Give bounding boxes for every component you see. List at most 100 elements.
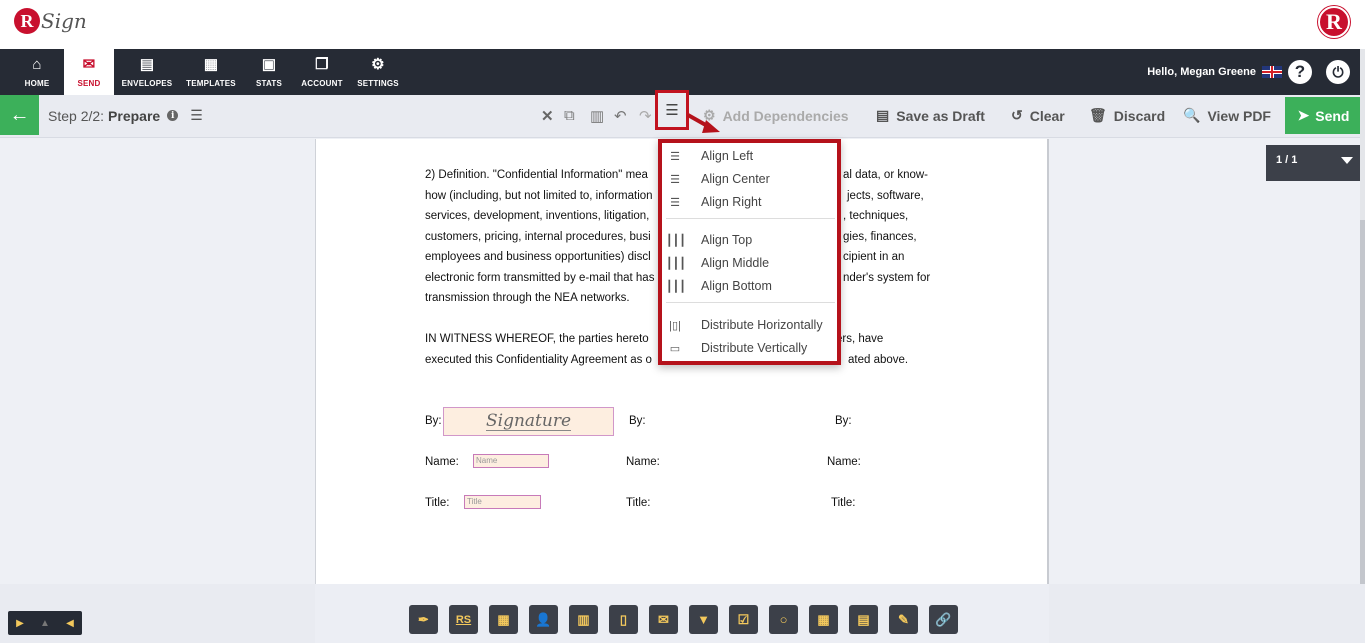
menu-align-left[interactable]: ☰ Align Left (666, 146, 753, 166)
nav-templates[interactable]: ▦ TEMPLATES (182, 49, 240, 95)
user-area: Hello, Megan Greene ? ⏻ (1147, 49, 1365, 95)
doc-line: employees and business opportunities) di… (425, 251, 651, 263)
menu-label: Align Center (701, 172, 770, 186)
align-bottom-icon: ┃┃┃ (666, 280, 686, 293)
uk-flag-icon[interactable] (1262, 66, 1282, 78)
back-button[interactable]: ← (0, 95, 39, 135)
by-label: By: (835, 415, 852, 427)
briefcase-icon: ▣ (261, 55, 277, 73)
date-stamp-field-icon[interactable]: ▦ (489, 605, 518, 634)
name-field[interactable]: Name (473, 454, 549, 468)
by-label: By: (425, 415, 442, 427)
menu-align-bottom[interactable]: ┃┃┃ Align Bottom (666, 276, 772, 296)
bottom-toolbar: ▶ ▲ ◀ ✒ RS ▦ 👤 ▥ ▯ ✉ ▼ ☑ ○ ▦ ▤ ✎ 🔗 (0, 584, 1365, 643)
doc-line: al data, or know- (843, 169, 929, 181)
logo-text: Sign (41, 9, 87, 33)
save-draft-label: Save as Draft (896, 107, 985, 124)
title-label: Title: (626, 497, 651, 509)
person-field-icon[interactable]: 👤 (529, 605, 558, 634)
doc-line: IN WITNESS WHEREOF, the parties hereto (425, 333, 649, 345)
align-right-icon: ☰ (670, 196, 680, 209)
scrollbar-thumb[interactable] (1360, 220, 1365, 590)
step-name: Prepare (108, 107, 161, 124)
text-file-field-icon[interactable]: ▤ (849, 605, 878, 634)
step-prefix: Step 2/2: (48, 107, 105, 124)
menu-divider (666, 302, 835, 303)
paste-icon[interactable]: ▥ (590, 107, 604, 125)
doc-line: ers, have (836, 333, 884, 345)
calendar-field-icon[interactable]: ▦ (809, 605, 838, 634)
checkbox-field-icon[interactable]: ☑ (729, 605, 758, 634)
witness-paragraph: IN WITNESS WHEREOF, the parties hereto e… (425, 329, 652, 370)
align-center-icon: ☰ (670, 173, 680, 186)
nav-settings[interactable]: ⚙ SETTINGS (355, 49, 401, 95)
menu-align-middle[interactable]: ┃┃┃ Align Middle (666, 253, 769, 273)
clipboard-field-icon[interactable]: ▥ (569, 605, 598, 634)
menu-distribute-vertically[interactable]: ▭ Distribute Vertically (666, 338, 808, 358)
doc-line: electronic form transmitted by e-mail th… (425, 271, 655, 284)
menu-label: Align Bottom (701, 279, 772, 293)
undo-icon[interactable]: ↶ (614, 107, 627, 125)
definition-paragraph: 2) Definition. "Confidential Information… (425, 165, 654, 309)
power-icon[interactable]: ⏻ (1326, 60, 1350, 84)
title-label: Title: (831, 497, 856, 509)
add-dependencies-label: Add Dependencies (722, 107, 849, 124)
signature-field[interactable]: Signature (443, 407, 614, 436)
menu-align-top[interactable]: ┃┃┃ Align Top (666, 230, 752, 250)
align-middle-icon: ┃┃┃ (666, 257, 686, 270)
close-icon[interactable]: ✕ (541, 107, 554, 125)
definition-paragraph-right: al data, or know- jects, software, , tec… (843, 165, 930, 288)
view-pdf-button[interactable]: 🔍 View PDF (1183, 107, 1271, 124)
menu-divider (666, 218, 835, 219)
play-left-icon[interactable]: ◀ (66, 618, 74, 629)
menu-align-center[interactable]: ☰ Align Center (666, 169, 770, 189)
list-icon[interactable]: ☰ (190, 107, 203, 124)
send-button[interactable]: ➤ Send (1285, 97, 1362, 134)
nav-label: STATS (255, 78, 283, 88)
title-field[interactable]: Title (464, 495, 541, 509)
inbox-icon: ▤ (139, 55, 155, 73)
save-draft-button[interactable]: ▤ Save as Draft (876, 107, 985, 124)
menu-align-right[interactable]: ☰ Align Right (666, 192, 761, 212)
copy-icon[interactable]: ⧉ (564, 107, 575, 124)
menu-label: Align Right (701, 195, 762, 209)
pen-field-icon[interactable]: ✒ (409, 605, 438, 634)
envelope-icon: ✉ (82, 55, 96, 73)
top-header: R Sign R (0, 0, 1365, 49)
label-tag-field-icon[interactable]: ✎ (889, 605, 918, 634)
page-selector[interactable]: 1 / 1 (1266, 145, 1361, 181)
menu-distribute-horizontally[interactable]: |▯| Distribute Horizontally (666, 315, 822, 335)
title-label: Title: (425, 497, 450, 509)
send-label: Send (1315, 107, 1350, 124)
nav-send[interactable]: ✉ SEND (64, 49, 114, 95)
template-icon: ▦ (203, 55, 219, 73)
menu-label: Distribute Vertically (701, 341, 808, 355)
nav-envelopes[interactable]: ▤ ENVELOPES (118, 49, 176, 95)
nav-stats[interactable]: ▣ STATS (250, 49, 288, 95)
dropdown-field-icon[interactable]: ▼ (689, 605, 718, 634)
clear-button[interactable]: ↺ Clear (1011, 107, 1065, 124)
doc-line: 2) Definition. "Confidential Information… (425, 169, 648, 181)
initials-field-icon[interactable]: RS (449, 605, 478, 634)
company-field-icon[interactable]: ▯ (609, 605, 638, 634)
nav-home[interactable]: ⌂ HOME (14, 49, 60, 95)
info-icon[interactable]: i (167, 110, 179, 121)
email-field-icon[interactable]: ✉ (649, 605, 678, 634)
hyperlink-field-icon[interactable]: 🔗 (929, 605, 958, 634)
account-icon: ❐ (315, 55, 329, 73)
radio-field-icon[interactable]: ○ (769, 605, 798, 634)
help-icon[interactable]: ? (1288, 60, 1312, 84)
doc-line: , techniques, (843, 210, 909, 222)
add-dependencies-button[interactable]: ⚙ Add Dependencies (703, 107, 849, 124)
home-icon: ⌂ (32, 55, 42, 73)
reset-icon: ↺ (1011, 107, 1023, 123)
play-right-icon[interactable]: ▶ (16, 618, 24, 629)
align-top-icon: ┃┃┃ (666, 234, 686, 247)
discard-button[interactable]: 🗑 Discard (1089, 107, 1165, 124)
triangle-up-icon[interactable]: ▲ (40, 618, 50, 629)
rsign-logo[interactable]: R Sign (14, 8, 87, 34)
redo-icon[interactable]: ↷ (639, 107, 652, 125)
distribute-vertical-icon: ▭ (669, 342, 681, 355)
nav-account[interactable]: ❐ ACCOUNT (298, 49, 346, 95)
page-navigation-control: ▶ ▲ ◀ (8, 611, 82, 635)
